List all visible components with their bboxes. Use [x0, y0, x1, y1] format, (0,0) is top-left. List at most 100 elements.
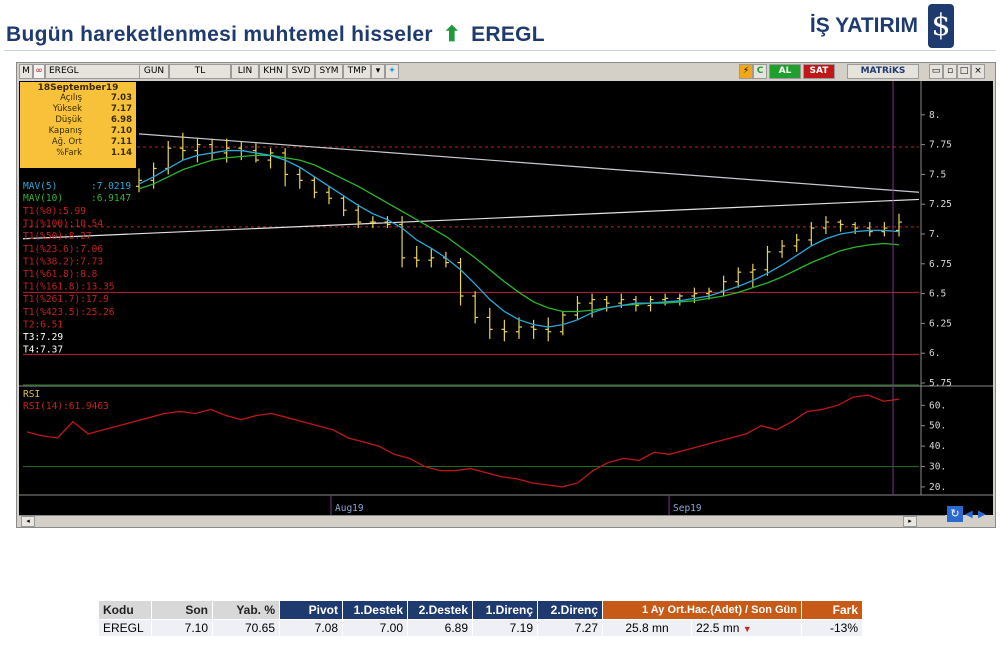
down-arrow-icon: ▼	[742, 624, 752, 634]
cell-direnc2: 7.27	[537, 619, 603, 637]
brand-name: İŞ YATIRIM	[809, 14, 918, 37]
table-header-row: Kodu Son Yab. % Pivot 1.Destek 2.Destek …	[98, 600, 863, 620]
info-value: 7.03	[111, 93, 132, 103]
cell-destek1: 7.00	[342, 619, 408, 637]
col-header-hacim: 1 Ay Ort.Hac.(Adet) / Son Gün	[602, 600, 802, 620]
rsi-tick-label: 30.	[929, 462, 946, 473]
rsi-tick-label: 50.	[929, 421, 946, 432]
restore-icon[interactable]: ▭	[929, 64, 943, 79]
toolbar-svd-button[interactable]: SVD	[287, 64, 315, 79]
chart-plot-area[interactable]: 8. 7.75 7.5 7.25 7. 6.75 6.5 6.25 6. 5.75 MAV(5):7…	[19, 81, 993, 515]
info-label: %Fark	[56, 148, 82, 158]
horizontal-scrollbar[interactable]: ◂ ▸	[19, 515, 945, 527]
legend-fib-level: T1(%100):10.54	[23, 219, 103, 230]
close-icon[interactable]: ×	[971, 64, 985, 79]
info-value: 7.10	[111, 126, 132, 136]
legend-t4: T4:7.37	[23, 345, 63, 356]
toolbar-sym-button[interactable]: SYM	[315, 64, 343, 79]
price-tick-label: 6.75	[929, 259, 952, 270]
title-text: Bugün hareketlenmesi muhtemel hisseler	[6, 23, 433, 46]
toolbar-lin-button[interactable]: LIN	[231, 64, 259, 79]
x-label-sep: Sep19	[673, 503, 702, 514]
cell-pivot: 7.08	[279, 619, 343, 637]
price-tick-label: 7.25	[929, 199, 952, 210]
legend-fib-level: T1(%61.8):8.8	[23, 269, 98, 280]
col-header-son: Son	[151, 600, 213, 620]
ohlc-info-box: 18September19 Açılış 7.03 Yüksek 7.17 Düşü…	[20, 82, 136, 168]
toolbar-gun-button[interactable]: GUN	[139, 64, 169, 79]
up-arrow-icon: ⬆	[443, 23, 461, 46]
legend-mav5-value: :7.0219	[91, 181, 131, 192]
mav5-line	[138, 149, 900, 328]
info-label: Açılış	[60, 93, 82, 103]
rsi-tick-label: 20.	[929, 482, 946, 493]
price-tick-label: 6.25	[929, 318, 952, 329]
brand-logo-icon: $	[928, 4, 954, 48]
info-label: Ağ. Ort	[51, 137, 82, 147]
col-header-destek2: 2.Destek	[407, 600, 473, 620]
legend-mav10-value: :6.9147	[91, 193, 131, 204]
price-tick-label: 6.5	[929, 289, 946, 300]
chart-window: M ∞ EREGL GUN TL LIN KHN SVD SYM TMP ▾ ✦…	[16, 62, 996, 528]
info-value: 6.98	[111, 115, 132, 125]
legend-fib-level: T1(%161.8):13.35	[23, 282, 115, 293]
cell-hacim-gun: 22.5 mn ▼	[691, 619, 802, 637]
price-tick-label: 5.75	[929, 378, 952, 389]
col-header-pivot: Pivot	[279, 600, 343, 620]
x-label-aug: Aug19	[335, 503, 364, 514]
legend-fib-level: T1(%423.5):25.26	[23, 307, 115, 318]
info-label: Düşük	[55, 115, 82, 125]
legend-rsi14-value: :61.9463	[63, 401, 109, 412]
scroll-left-icon[interactable]: ◂	[21, 516, 35, 527]
twitter-icon[interactable]: ✦	[385, 64, 399, 79]
info-date: 18September19	[37, 83, 119, 93]
toolbar-khn-button[interactable]: KHN	[259, 64, 287, 79]
table-row: EREGL 7.10 70.65 7.08 7.00 6.89 7.19 7.2…	[98, 619, 863, 637]
lightning-icon[interactable]: ⚡	[739, 64, 753, 79]
minimize-icon[interactable]: ▫	[943, 64, 957, 79]
toolbar-c-button[interactable]: C	[753, 64, 767, 79]
info-value: 7.17	[111, 104, 132, 114]
cell-yab: 70.65	[212, 619, 280, 637]
col-header-direnc1: 1.Direnç	[472, 600, 538, 620]
maximize-icon[interactable]: □	[957, 64, 971, 79]
toolbar-m-button[interactable]: M	[19, 64, 33, 79]
rsi-tick-label: 40.	[929, 441, 946, 452]
rsi-panel: 60. 50. 40. 30. 20. RSIRSI(14):61.9463	[23, 384, 946, 493]
refresh-icon[interactable]: ↻	[947, 506, 963, 522]
legend-rsi14: RSI(14)	[23, 401, 63, 412]
toolbar-tl-button[interactable]: TL	[169, 64, 231, 79]
scroll-right-icon[interactable]: ▸	[903, 516, 917, 527]
cell-destek2: 6.89	[407, 619, 473, 637]
title-symbol: EREGL	[471, 23, 545, 46]
price-tick-label: 8.	[929, 110, 940, 121]
header-divider	[4, 50, 996, 51]
legend-t3: T3:7.29	[23, 332, 63, 343]
cell-fark: -13%	[801, 619, 863, 637]
toolbar-tmp-button[interactable]: TMP	[343, 64, 371, 79]
col-header-kodu: Kodu	[98, 600, 152, 620]
nav-right-icon[interactable]: ▶	[978, 509, 986, 520]
buy-button[interactable]: AL	[769, 64, 801, 79]
price-tick-label: 7.75	[929, 140, 952, 151]
col-header-fark: Fark	[801, 600, 863, 620]
legend-fib-level: T1(%23.6):7.06	[23, 244, 103, 255]
mav10-line	[138, 154, 900, 313]
cell-son: 7.10	[151, 619, 213, 637]
dropdown-arrow-icon[interactable]: ▾	[371, 64, 385, 79]
page-title: Bugün hareketlenmesi muhtemel hisseler ⬆…	[6, 22, 545, 47]
legend-mav5: MAV(5)	[23, 181, 57, 192]
sell-button[interactable]: SAT	[803, 64, 835, 79]
rsi-tick-label: 60.	[929, 400, 946, 411]
price-panel: 8. 7.75 7.5 7.25 7. 6.75 6.5 6.25 6. 5.75 MAV(5):7…	[22, 110, 952, 389]
info-value: 7.11	[111, 137, 132, 147]
price-tick-label: 7.	[929, 229, 940, 240]
price-tick-label: 7.5	[929, 169, 946, 180]
nav-left-icon[interactable]: ◀	[965, 509, 973, 520]
symbol-field[interactable]: EREGL	[45, 64, 140, 79]
chart-svg: 8. 7.75 7.5 7.25 7. 6.75 6.5 6.25 6. 5.75 MAV(5):7…	[19, 81, 993, 515]
cell-direnc1: 7.19	[472, 619, 538, 637]
chart-toolbar: M ∞ EREGL GUN TL LIN KHN SVD SYM TMP ▾ ✦…	[17, 63, 995, 79]
legend-fib-level: T2:6.51	[23, 319, 63, 330]
legend-rsi: RSI	[23, 389, 40, 400]
